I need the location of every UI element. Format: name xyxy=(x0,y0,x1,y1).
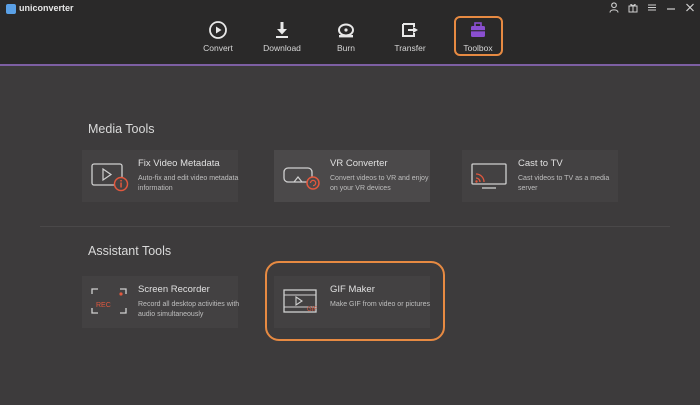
rec-badge: REC xyxy=(96,302,111,309)
nav-download[interactable]: Download xyxy=(252,20,312,60)
window-controls xyxy=(608,2,696,15)
screen-recorder-desc: Record all desktop activities with audio… xyxy=(138,301,240,318)
burn-icon xyxy=(338,23,354,38)
download-icon xyxy=(276,22,288,38)
screen-recorder-icon: REC xyxy=(91,288,127,314)
toolbox-highlight xyxy=(454,16,503,56)
vr-converter-desc: Convert videos to VR and enjoy on your V… xyxy=(330,175,429,192)
video-metadata-icon xyxy=(91,163,129,192)
cast-to-tv-card[interactable]: Cast to TV Cast videos to TV as a media … xyxy=(462,150,618,202)
nav-convert[interactable]: Convert xyxy=(188,20,248,60)
fix-video-metadata-card[interactable]: Fix Video Metadata Auto-fix and edit vid… xyxy=(82,150,238,202)
nav-download-label: Download xyxy=(263,43,301,53)
screen-recorder-card[interactable]: REC Screen Recorder Record all desktop a… xyxy=(82,276,239,328)
menu-icon[interactable] xyxy=(646,2,658,15)
close-icon[interactable] xyxy=(684,2,696,15)
cast-to-tv-title: Cast to TV xyxy=(518,158,563,169)
convert-icon xyxy=(209,21,227,39)
cast-tv-icon xyxy=(471,163,507,189)
vr-headset-icon xyxy=(283,167,320,190)
cast-to-tv-desc: Cast videos to TV as a media server xyxy=(518,175,610,192)
gift-icon[interactable] xyxy=(627,2,639,15)
media-tools-title: Media Tools xyxy=(88,122,155,136)
nav-convert-label: Convert xyxy=(203,43,233,53)
app-logo-icon xyxy=(6,4,16,14)
transfer-icon xyxy=(402,23,418,37)
vr-converter-card[interactable]: VR Converter Convert videos to VR and en… xyxy=(274,150,430,202)
nav-burn-label: Burn xyxy=(337,43,355,53)
screen-recorder-title: Screen Recorder xyxy=(138,284,210,295)
section-divider xyxy=(40,226,670,227)
account-icon[interactable] xyxy=(608,2,620,15)
nav-transfer-label: Transfer xyxy=(394,43,426,53)
title-bar: uniconverter xyxy=(0,0,700,18)
vr-converter-title: VR Converter xyxy=(330,158,388,169)
app-title: uniconverter xyxy=(19,3,74,13)
nav-transfer[interactable]: Transfer xyxy=(380,20,440,60)
assistant-tools-title: Assistant Tools xyxy=(88,244,172,258)
fix-video-metadata-title: Fix Video Metadata xyxy=(138,158,220,169)
gif-maker-highlight xyxy=(265,261,445,341)
nav-burn[interactable]: Burn xyxy=(316,20,376,60)
minimize-icon[interactable] xyxy=(665,2,677,15)
fix-video-metadata-desc: Auto-fix and edit video metadata informa… xyxy=(138,175,239,192)
nav-underline xyxy=(0,64,700,66)
